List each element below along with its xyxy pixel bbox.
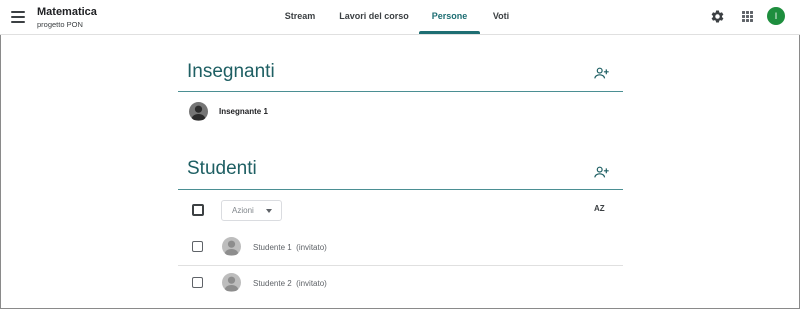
- student-name: Studente 2: [253, 279, 292, 288]
- add-person-icon[interactable]: [594, 166, 609, 178]
- tab-grades[interactable]: Voti: [487, 0, 515, 35]
- person-avatar-icon: [189, 102, 208, 121]
- active-tab-indicator: [419, 31, 480, 34]
- dropdown-caret-icon: [266, 209, 272, 213]
- student-status: (invitato): [296, 279, 327, 288]
- top-app-bar: Matematica progetto PON Stream Lavori de…: [0, 0, 800, 35]
- tab-people[interactable]: Persone: [419, 0, 480, 35]
- gear-icon[interactable]: [710, 9, 725, 24]
- person-avatar-icon: [222, 273, 241, 292]
- user-avatar[interactable]: I: [767, 7, 785, 25]
- student-checkbox[interactable]: [192, 241, 203, 252]
- students-divider: [178, 189, 623, 190]
- apps-grid-icon[interactable]: [742, 11, 753, 22]
- actions-label: Azioni: [232, 206, 254, 215]
- student-status: (invitato): [296, 243, 327, 252]
- student-name: Studente 1: [253, 243, 292, 252]
- tab-stream[interactable]: Stream: [275, 0, 325, 35]
- teachers-divider: [178, 91, 623, 92]
- person-avatar-icon: [222, 237, 241, 256]
- window-frame: [0, 0, 800, 309]
- tab-bar: Stream Lavori del corso Persone Voti: [0, 0, 800, 35]
- students-heading: Studenti: [187, 158, 257, 179]
- tab-classwork[interactable]: Lavori del corso: [337, 0, 411, 35]
- student-name-label: Studente 2 (invitato): [253, 279, 327, 288]
- add-person-icon[interactable]: [594, 67, 609, 79]
- row-divider: [178, 265, 623, 266]
- actions-dropdown[interactable]: Azioni: [221, 200, 282, 221]
- sort-az-icon[interactable]: AZ: [594, 203, 608, 215]
- select-all-checkbox[interactable]: [192, 204, 204, 216]
- teacher-name: Insegnante 1: [219, 107, 268, 116]
- student-name-label: Studente 1 (invitato): [253, 243, 327, 252]
- student-checkbox[interactable]: [192, 277, 203, 288]
- teachers-heading: Insegnanti: [187, 61, 275, 82]
